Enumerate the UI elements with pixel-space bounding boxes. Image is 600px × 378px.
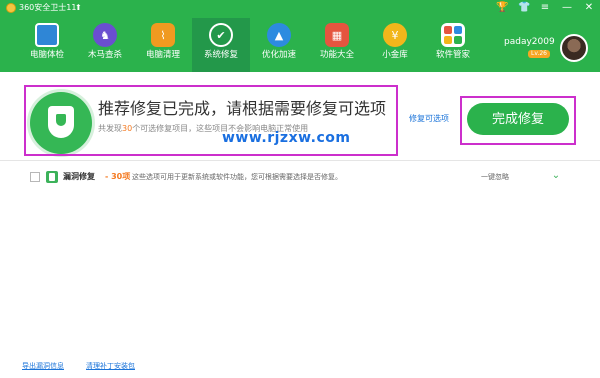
- nav-item-vault[interactable]: ¥ 小金库: [366, 18, 424, 72]
- nav-item-system-repair[interactable]: ✔ 系统修复: [192, 18, 250, 72]
- coin-icon: ¥: [383, 23, 407, 47]
- update-icon[interactable]: ⬆: [75, 2, 82, 13]
- item-count: - 30项: [105, 172, 131, 181]
- item-checkbox[interactable]: [30, 172, 40, 182]
- list-item: 漏洞修复 - 30项 这些选项可用于更新系统或软件功能，您可根据需要选择是否修复…: [0, 165, 600, 191]
- repair-optional-link[interactable]: 修复可选项: [409, 113, 449, 125]
- software-store-icon: [441, 23, 465, 47]
- user-info[interactable]: paday2009 Lv.26: [504, 36, 555, 58]
- nav-item-software-manager[interactable]: 软件管家: [424, 18, 482, 72]
- username[interactable]: paday2009: [504, 36, 555, 48]
- nav-label: 优化加速: [261, 50, 296, 60]
- menu-icon[interactable]: ≡: [540, 2, 550, 14]
- titlebar: 360安全卫士11 ⬆ 🏆 👕 ≡ — ✕: [0, 0, 600, 16]
- nav-label: 电脑体检: [29, 50, 64, 60]
- monitor-icon: [35, 23, 59, 47]
- app-title: 360安全卫士11: [19, 3, 77, 12]
- export-vuln-info-link[interactable]: 导出漏洞信息: [22, 361, 64, 371]
- nav-item-features[interactable]: ▦ 功能大全: [308, 18, 366, 72]
- window-controls: 🏆 👕 ≡ — ✕: [496, 1, 594, 15]
- app-window: 360安全卫士11 ⬆ 🏆 👕 ≡ — ✕ 电脑体检 ♞ 木马查杀 ⌇ 电脑清理: [0, 0, 600, 378]
- header: 360安全卫士11 ⬆ 🏆 👕 ≡ — ✕ 电脑体检 ♞ 木马查杀 ⌇ 电脑清理: [0, 0, 600, 72]
- nav-label: 软件管家: [435, 50, 470, 60]
- app-logo-icon: [6, 3, 16, 13]
- avatar[interactable]: [560, 34, 588, 62]
- highlight-box-message: [24, 85, 398, 156]
- chevron-down-icon[interactable]: ⌄: [550, 170, 562, 182]
- item-title: 漏洞修复: [63, 172, 95, 181]
- clean-patch-packages-link[interactable]: 清理补丁安装包: [86, 361, 135, 371]
- divider: [0, 160, 600, 161]
- trojan-horse-icon: ♞: [93, 23, 117, 47]
- ignore-all-link[interactable]: 一键忽略: [481, 171, 509, 183]
- level-badge: Lv.26: [528, 50, 550, 58]
- nav-label: 系统修复: [203, 50, 238, 60]
- skin-icon[interactable]: 👕: [518, 2, 530, 14]
- shield-icon: ✔: [209, 23, 233, 47]
- item-description: 这些选项可用于更新系统或软件功能，您可根据需要选择是否修复。: [132, 173, 342, 181]
- nav-item-optimize[interactable]: ▲ 优化加速: [250, 18, 308, 72]
- patch-icon: [46, 171, 58, 183]
- finish-repair-button[interactable]: 完成修复: [467, 103, 569, 135]
- nav-item-trojan-scan[interactable]: ♞ 木马查杀: [76, 18, 134, 72]
- apps-grid-icon: ▦: [325, 23, 349, 47]
- nav-label: 功能大全: [319, 50, 354, 60]
- minimize-icon[interactable]: —: [562, 2, 572, 14]
- broom-icon: ⌇: [151, 23, 175, 47]
- main-nav: 电脑体检 ♞ 木马查杀 ⌇ 电脑清理 ✔ 系统修复 ▲ 优化加速 ▦ 功能大全: [18, 18, 482, 72]
- nav-label: 小金库: [382, 50, 408, 60]
- close-icon[interactable]: ✕: [584, 2, 594, 14]
- nav-item-pc-cleanup[interactable]: ⌇ 电脑清理: [134, 18, 192, 72]
- rocket-icon: ▲: [267, 23, 291, 47]
- nav-label: 电脑清理: [145, 50, 180, 60]
- nav-item-pc-checkup[interactable]: 电脑体检: [18, 18, 76, 72]
- nav-label: 木马查杀: [87, 50, 122, 60]
- trophy-icon[interactable]: 🏆: [496, 2, 508, 14]
